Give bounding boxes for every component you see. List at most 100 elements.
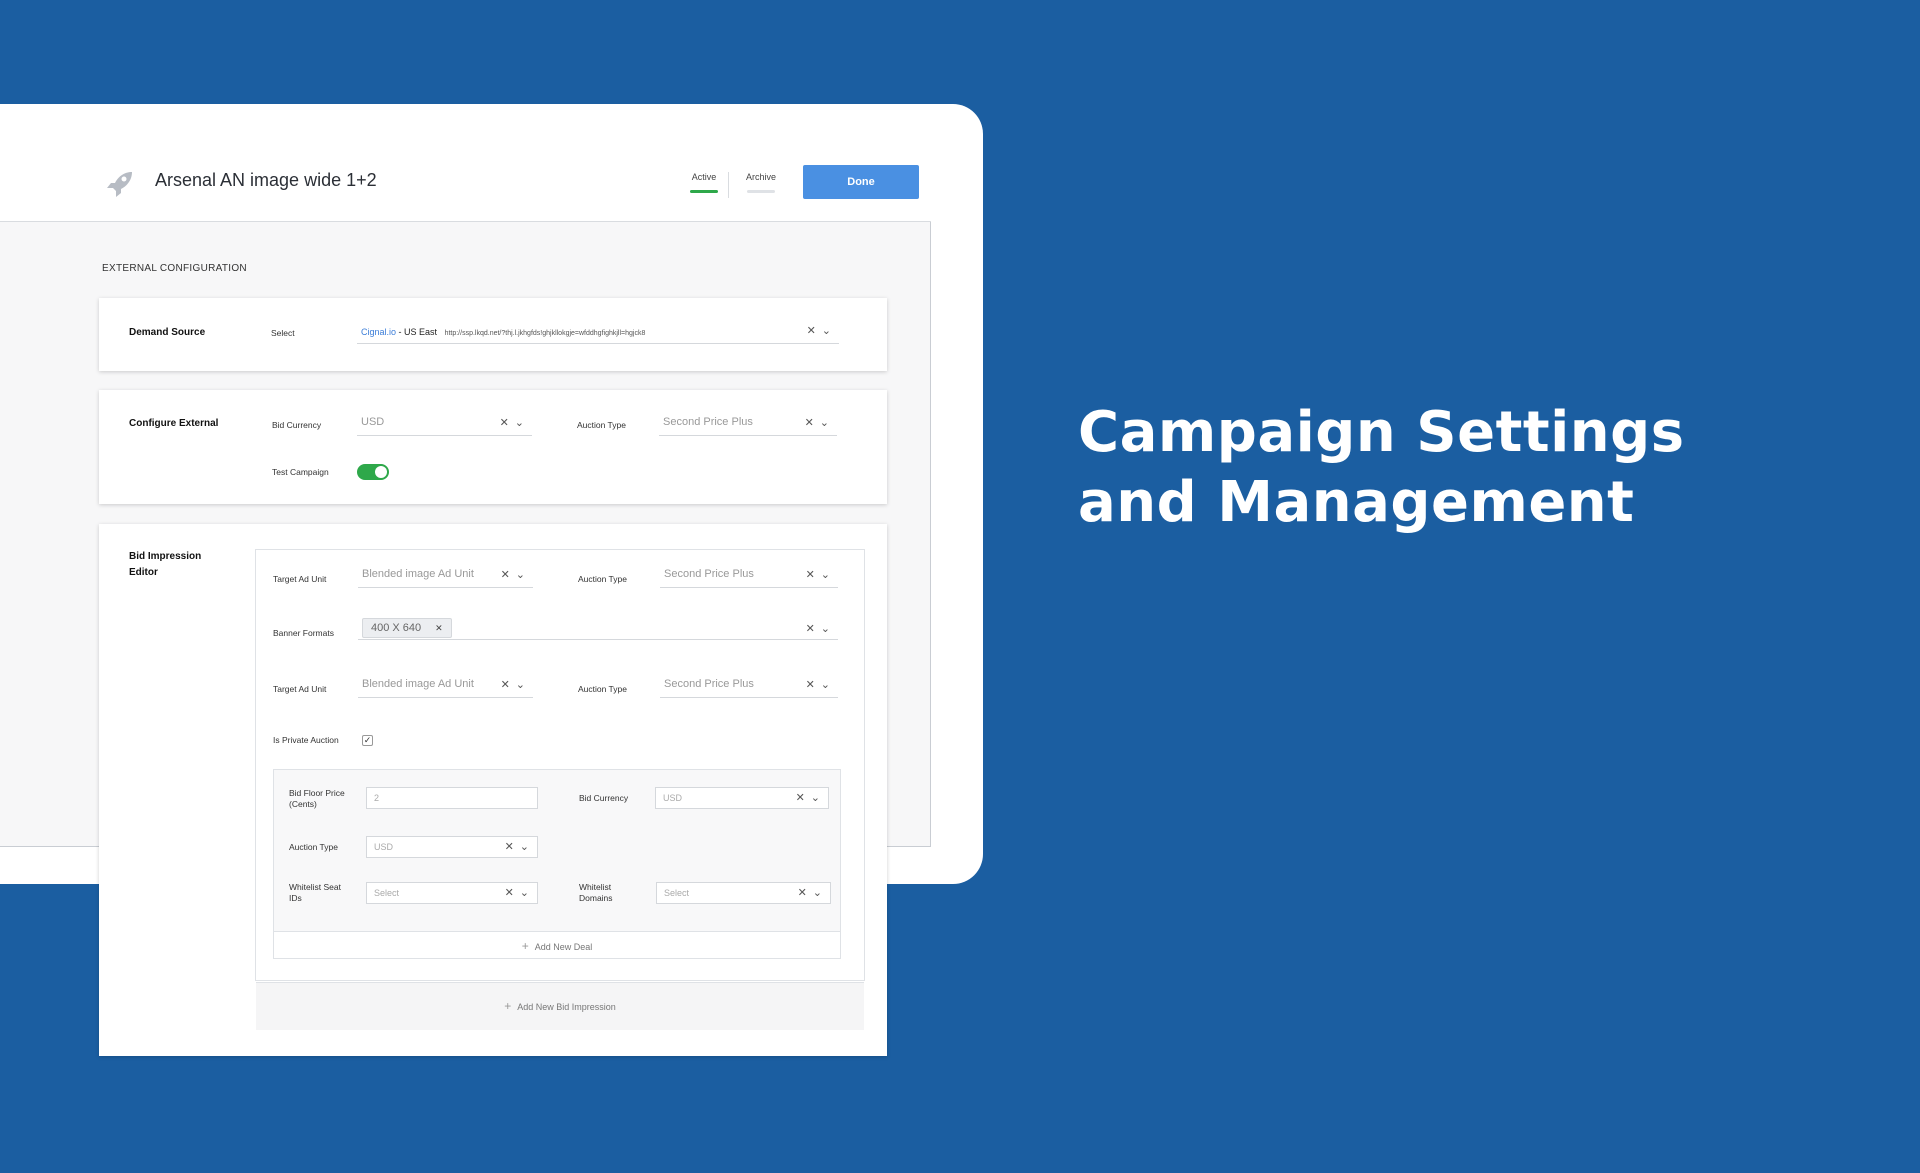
auction-type-value: Second Price Plus — [664, 678, 754, 690]
bid-impression-card: Bid Impression Editor Target Ad Unit Ble… — [99, 524, 887, 1056]
auction-type-label: Auction Type — [577, 420, 626, 430]
whitelist-domains-select[interactable]: Select ✕ ⌄ — [656, 882, 831, 904]
deal-currency-value: USD — [663, 793, 683, 803]
demand-source-select-label: Select — [271, 328, 295, 338]
add-impression-row[interactable]: + Add New Bid Impression — [256, 982, 864, 1030]
whitelist-domains-label-line2: Domains — [579, 893, 613, 903]
target-ad-unit-value: Blended image Ad Unit — [362, 568, 474, 580]
bid-impression-title-line2: Editor — [129, 567, 158, 578]
deal-currency-select[interactable]: USD ✕ ⌄ — [655, 787, 829, 809]
chevron-down-icon[interactable]: ⌄ — [822, 325, 831, 337]
bid-currency-label: Bid Currency — [272, 420, 322, 430]
chevron-down-icon[interactable]: ⌄ — [515, 417, 524, 429]
demand-source-link[interactable]: Cignal.io — [361, 327, 396, 337]
tab-archive[interactable]: Archive — [743, 172, 779, 193]
test-campaign-toggle[interactable] — [357, 464, 389, 480]
banner-formats-label: Banner Formats — [273, 628, 334, 638]
demand-source-region: US East — [404, 327, 438, 337]
headline-line2: and Management — [1078, 470, 1635, 535]
whitelist-domains-label: Whitelist Domains — [579, 882, 613, 904]
chevron-down-icon[interactable]: ⌄ — [821, 569, 830, 581]
close-icon[interactable]: ✕ — [798, 887, 807, 899]
close-icon[interactable]: ✕ — [806, 569, 815, 581]
banner-format-chip-label: 400 X 640 — [371, 622, 422, 634]
close-icon[interactable]: ✕ — [501, 679, 510, 691]
add-impression-button[interactable]: + Add New Bid Impression — [256, 999, 864, 1013]
add-deal-row[interactable]: + Add New Deal — [274, 931, 840, 958]
demand-source-title: Demand Source — [129, 327, 206, 338]
bid-floor-label-line1: Bid Floor Price — [289, 788, 345, 798]
whitelist-seat-select[interactable]: Select ✕ ⌄ — [366, 882, 538, 904]
add-deal-label: Add New Deal — [534, 942, 593, 952]
whitelist-seat-label: Whitelist Seat IDs — [289, 882, 341, 904]
deal-auction-label: Auction Type — [289, 842, 338, 852]
target-ad-unit-value: Blended image Ad Unit — [362, 678, 474, 690]
close-icon[interactable]: ✕ — [806, 679, 815, 691]
tab-archive-label: Archive — [745, 172, 776, 182]
done-button[interactable]: Done — [803, 165, 919, 199]
deal-auction-value: USD — [374, 842, 394, 852]
auction-type-select[interactable]: Second Price Plus ✕ ⌄ — [659, 412, 837, 436]
chevron-down-icon[interactable]: ⌄ — [821, 679, 830, 691]
bid-impression-title: Bid Impression Editor — [129, 549, 201, 581]
add-deal-button[interactable]: + Add New Deal — [274, 939, 840, 953]
bid-floor-label-line2: (Cents) — [289, 799, 317, 809]
private-auction-label: Is Private Auction — [273, 735, 339, 745]
demand-source-separator: - — [396, 327, 405, 337]
demand-source-select[interactable]: Cignal.io - US East http://ssp.lkqd.net/… — [357, 320, 839, 344]
chevron-down-icon[interactable]: ⌄ — [811, 792, 820, 804]
close-icon[interactable]: ✕ — [805, 417, 814, 429]
chevron-down-icon[interactable]: ⌄ — [821, 623, 830, 635]
tab-active-label: Active — [691, 172, 717, 182]
chevron-down-icon[interactable]: ⌄ — [813, 887, 822, 899]
private-auction-checkbox[interactable]: ✓ — [362, 735, 373, 746]
plus-icon: + — [521, 939, 529, 953]
target-ad-unit-select[interactable]: Blended image Ad Unit ✕ ⌄ — [358, 674, 533, 698]
auction-type-value: Second Price Plus — [663, 416, 753, 428]
deal-auction-select[interactable]: USD ✕ ⌄ — [366, 836, 538, 858]
marketing-headline: Campaign Settings and Management — [1078, 398, 1685, 538]
chevron-down-icon[interactable]: ⌄ — [520, 841, 529, 853]
bid-currency-select[interactable]: USD ✕ ⌄ — [357, 412, 532, 436]
auction-type-value: Second Price Plus — [664, 568, 754, 580]
status-divider — [728, 172, 729, 198]
banner-format-chip[interactable]: 400 X 640 ✕ — [362, 618, 452, 638]
deal-panel: Bid Floor Price (Cents) 2 Bid Currency U… — [273, 769, 841, 959]
rocket-icon — [107, 172, 132, 197]
close-icon[interactable]: ✕ — [501, 569, 510, 581]
whitelist-seat-value: Select — [374, 888, 400, 898]
close-icon[interactable]: ✕ — [796, 792, 805, 804]
plus-icon: + — [504, 999, 512, 1013]
bid-floor-label: Bid Floor Price (Cents) — [289, 788, 345, 810]
bid-floor-value: 2 — [374, 793, 380, 803]
demand-source-card: Demand Source Select Cignal.io - US East… — [99, 298, 887, 371]
target-ad-unit-label: Target Ad Unit — [273, 684, 327, 694]
whitelist-seat-label-line2: IDs — [289, 893, 302, 903]
chevron-down-icon[interactable]: ⌄ — [520, 887, 529, 899]
tab-active[interactable]: Active — [686, 172, 722, 193]
check-icon: ✓ — [363, 735, 372, 745]
auction-type-select[interactable]: Second Price Plus ✕ ⌄ — [660, 674, 838, 698]
close-icon[interactable]: ✕ — [807, 325, 816, 337]
auction-type-select[interactable]: Second Price Plus ✕ ⌄ — [660, 564, 838, 588]
whitelist-seat-label-line1: Whitelist Seat — [289, 882, 341, 892]
close-icon[interactable]: ✕ — [505, 887, 514, 899]
bid-floor-input[interactable]: 2 — [366, 787, 538, 809]
chevron-down-icon[interactable]: ⌄ — [516, 569, 525, 581]
target-ad-unit-select[interactable]: Blended image Ad Unit ✕ ⌄ — [358, 564, 533, 588]
chevron-down-icon[interactable]: ⌄ — [820, 417, 829, 429]
close-icon[interactable]: ✕ — [435, 623, 443, 633]
deal-currency-label: Bid Currency — [579, 793, 629, 803]
demand-source-url: http://ssp.lkqd.net/?thj.l.jkhgfds!ghjkl… — [444, 330, 646, 337]
configure-external-title: Configure External — [129, 418, 219, 429]
whitelist-domains-value: Select — [664, 888, 690, 898]
app-header: Arsenal AN image wide 1+2 Active Archive… — [0, 140, 931, 222]
section-heading: EXTERNAL CONFIGURATION — [102, 263, 247, 274]
close-icon[interactable]: ✕ — [505, 841, 514, 853]
close-icon[interactable]: ✕ — [500, 417, 509, 429]
close-icon[interactable]: ✕ — [806, 623, 815, 635]
test-campaign-label: Test Campaign — [272, 467, 329, 477]
chevron-down-icon[interactable]: ⌄ — [516, 679, 525, 691]
tab-archive-indicator — [747, 190, 775, 193]
add-impression-label: Add New Bid Impression — [517, 1002, 616, 1012]
